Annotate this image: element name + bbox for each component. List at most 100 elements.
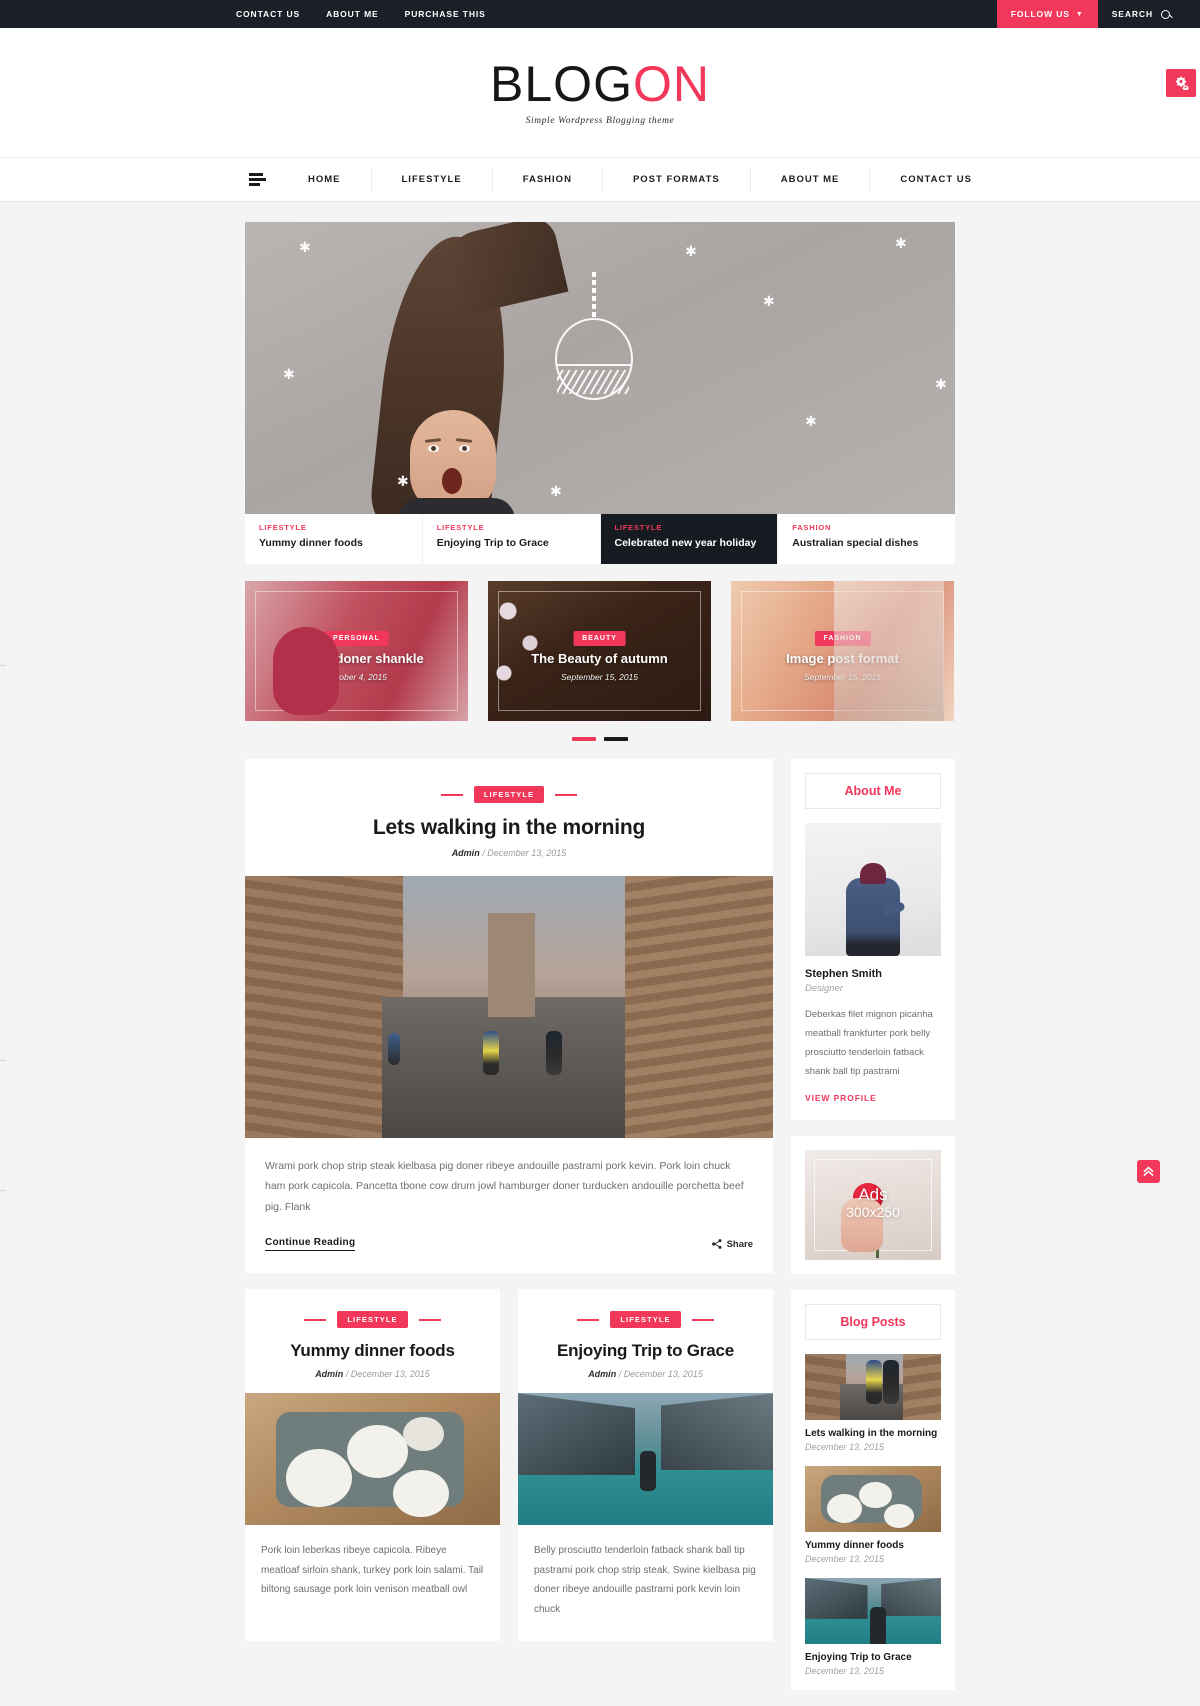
edge-tick [0, 1060, 6, 1061]
feature-card-3[interactable]: FASHION Image post format September 15, … [731, 581, 954, 721]
slider-caption-category: LIFESTYLE [436, 523, 485, 532]
post-title[interactable]: Lets walking in the morning [265, 816, 753, 840]
topbar-link-about-me[interactable]: ABOUT ME [326, 9, 379, 19]
ornament-line [557, 364, 631, 366]
slider-caption-1[interactable]: LIFESTYLE Yummy dinner foods [245, 514, 423, 564]
post-excerpt: Belly prosciutto tenderloin fatback shan… [534, 1545, 756, 1615]
feature-card-2[interactable]: BEAUTY The Beauty of autumn September 15… [488, 581, 711, 721]
follow-us-dropdown[interactable]: FOLLOW US ▼ [996, 0, 1098, 28]
runner-right [882, 1360, 899, 1405]
carousel-dot-1[interactable] [572, 737, 596, 741]
back-to-top-button[interactable] [1137, 1160, 1160, 1183]
post-card-lets-walking: LIFESTYLE Lets walking in the morning Ad… [245, 759, 773, 1274]
sparkle-icon: ✱ [935, 376, 947, 392]
featured-slider[interactable]: ✱ ✱ ✱ ✱ ✱ ✱ ✱ ✱ ✱ [245, 222, 955, 514]
hamburger-icon[interactable] [245, 173, 266, 186]
slider-caption-2[interactable]: LIFESTYLE Enjoying Trip to Grace [423, 514, 601, 564]
blog-post-title: Lets walking in the morning [805, 1428, 938, 1439]
sparkle-icon: ✱ [283, 366, 295, 382]
search-toggle[interactable]: SEARCH [1098, 0, 1200, 28]
site-tagline: Simple Wordpress Blogging theme [525, 116, 675, 126]
post-author[interactable]: Admin [452, 848, 480, 858]
ads-banner[interactable]: Ads 300x250 [805, 1150, 941, 1260]
main-column: LIFESTYLE Lets walking in the morning Ad… [245, 759, 773, 1642]
gear-icon [1175, 76, 1189, 90]
post-body: Wrami pork chop strip steak kielbasa pig… [245, 1138, 773, 1273]
post-image-lake[interactable] [518, 1393, 773, 1526]
slider-caption-4[interactable]: FASHION Australian special dishes [778, 514, 955, 564]
search-label: SEARCH [1111, 9, 1153, 19]
nav-item-contact-us[interactable]: CONTACT US [869, 166, 1002, 193]
continue-reading-link[interactable]: Continue Reading [265, 1237, 356, 1252]
ornament-zigzag [557, 370, 629, 394]
slider-caption-3[interactable]: LIFESTYLE Celebrated new year holiday [600, 514, 779, 564]
post-meta-separator: / [482, 848, 485, 858]
feature-card-badge: PERSONAL [324, 631, 389, 646]
slider-caption-category: LIFESTYLE [614, 523, 663, 532]
post-category-badge[interactable]: LIFESTYLE [610, 1311, 681, 1329]
post-meta-separator: / [618, 1369, 622, 1380]
share-button[interactable]: Share [711, 1239, 753, 1250]
bridge-deck [382, 996, 636, 1138]
nav-item-about-me[interactable]: ABOUT ME [749, 166, 870, 193]
logo-text-accent: ON [632, 56, 710, 112]
ads-label: Ads 300x250 [805, 1186, 941, 1221]
nav-item-post-formats[interactable]: POST FORMATS [601, 166, 750, 193]
post-image-food[interactable] [245, 1393, 500, 1526]
feature-card-badge: BEAUTY [573, 631, 626, 646]
feature-card-badge: FASHION [814, 631, 871, 646]
rule-right [418, 1318, 441, 1321]
edge-tick [0, 1190, 6, 1191]
post-title[interactable]: Yummy dinner foods [259, 1341, 486, 1361]
post-header: LIFESTYLE Lets walking in the morning Ad… [245, 759, 773, 876]
about-figure-body [846, 878, 900, 956]
nav-item-home[interactable]: HOME [278, 167, 371, 193]
blog-post-item-2[interactable]: Yummy dinner foods December 13, 2015 [805, 1466, 941, 1564]
feature-card-date: September 15, 2015 [803, 672, 882, 682]
post-author[interactable]: Admin [588, 1369, 616, 1379]
blog-posts-widget: Blog Posts Lets walking in the morning D… [791, 1290, 955, 1690]
about-me-widget: About Me Stephen Smith Designer Deberkas… [791, 759, 955, 1120]
post-category-badge[interactable]: LIFESTYLE [473, 786, 545, 803]
post-meta-separator: / [345, 1369, 349, 1380]
plate [347, 1425, 409, 1478]
feature-cards: PERSONAL Ribeye doner shankle October 4,… [245, 581, 955, 721]
blog-post-item-1[interactable]: Lets walking in the morning December 13,… [805, 1354, 941, 1452]
post-date: December 13, 2015 [350, 1369, 430, 1380]
carousel-dot-2[interactable] [604, 737, 628, 741]
post-card-enjoying-trip-to-grace: LIFESTYLE Enjoying Trip to Grace Admin /… [518, 1289, 773, 1642]
post-image-bridge[interactable] [245, 876, 773, 1138]
ads-widget: Ads 300x250 [791, 1136, 955, 1274]
slider-image-eye-right [459, 445, 470, 452]
post-body: Pork loin leberkas ribeye capicola. Ribe… [245, 1525, 500, 1622]
sparkle-icon: ✱ [685, 243, 697, 259]
slider-captions: LIFESTYLE Yummy dinner foods LIFESTYLE E… [245, 514, 955, 564]
feature-card-title: Image post format [786, 651, 899, 666]
rule-left [440, 793, 463, 796]
nav-links: HOME LIFESTYLE FASHION POST FORMATS ABOU… [278, 166, 1002, 193]
follow-us-label: FOLLOW US [1010, 9, 1070, 19]
nav-item-fashion[interactable]: FASHION [491, 166, 602, 193]
post-author[interactable]: Admin [315, 1369, 343, 1379]
topbar-link-purchase-this[interactable]: PURCHASE THIS [405, 9, 486, 19]
view-profile-link[interactable]: VIEW PROFILE [805, 1093, 877, 1103]
site-logo[interactable]: BLOGON [490, 59, 710, 109]
plate [392, 1469, 449, 1518]
sparkle-icon: ✱ [805, 413, 817, 429]
blog-post-thumb [805, 1578, 941, 1644]
bridge-tower [487, 912, 536, 1018]
runner-right [545, 1031, 562, 1076]
about-me-text: Deberkas filet mignon picanha meatball f… [805, 1009, 933, 1077]
post-category-badge[interactable]: LIFESTYLE [337, 1311, 408, 1329]
about-title-part1: About [844, 784, 885, 798]
post-excerpt: Wrami pork chop strip steak kielbasa pig… [265, 1160, 744, 1213]
feature-card-1[interactable]: PERSONAL Ribeye doner shankle October 4,… [245, 581, 468, 721]
about-me-name: Stephen Smith [805, 968, 883, 980]
post-title[interactable]: Enjoying Trip to Grace [532, 1341, 759, 1361]
nav-item-lifestyle[interactable]: LIFESTYLE [370, 166, 492, 193]
blog-post-item-3[interactable]: Enjoying Trip to Grace December 13, 2015 [805, 1578, 941, 1676]
settings-button[interactable] [1166, 69, 1196, 97]
about-figure-hat [860, 863, 886, 884]
topbar-link-contact-us[interactable]: CONTACT US [236, 9, 300, 19]
post-excerpt: Pork loin leberkas ribeye capicola. Ribe… [261, 1545, 484, 1596]
